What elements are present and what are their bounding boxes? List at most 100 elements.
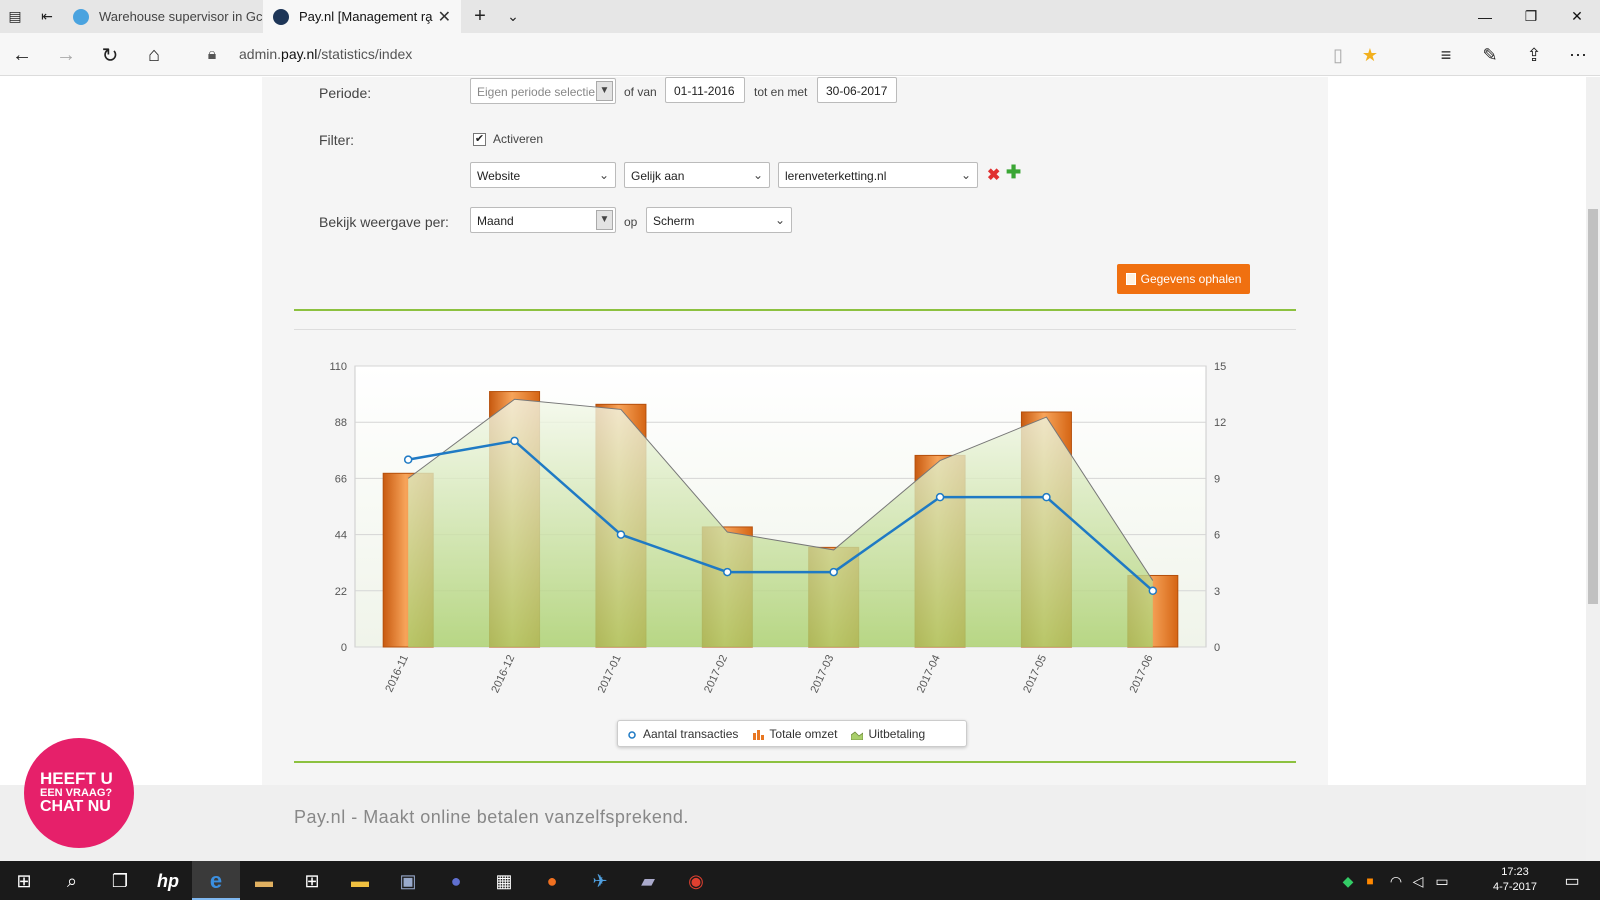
left-axis-tick-label: 88 <box>335 417 347 429</box>
refresh-icon[interactable]: ↻ <box>96 41 124 69</box>
to-date-input[interactable]: 30-06-2017 <box>817 77 897 103</box>
legend-item-transactions[interactable]: Aantal transacties <box>626 727 738 741</box>
url-path: /statistics/index <box>317 46 413 62</box>
clock-time: 17:23 <box>1501 866 1529 878</box>
period-select-value: Eigen periode selectie <box>477 85 596 99</box>
address-bar: ← → ↻ ⌂ 🔒︎ admin.pay.nl/statistics/index… <box>0 33 1600 76</box>
avast-tray-icon[interactable]: ■ <box>1356 867 1384 895</box>
calculator-icon[interactable]: ▦ <box>490 867 518 895</box>
transactions-point <box>616 530 626 539</box>
tab-actions-icon[interactable]: ▤ <box>4 6 26 26</box>
transactions-point <box>1042 492 1051 502</box>
close-tab-icon[interactable]: ✕ <box>438 7 451 27</box>
reading-view-icon[interactable]: ▯ <box>1324 41 1352 69</box>
chat-now-button[interactable]: HEEFT U EEN VRAAG? CHAT NU <box>24 738 134 848</box>
favorite-star-icon[interactable]: ★ <box>1356 41 1384 69</box>
system-clock[interactable]: 17:23 4-7-2017 <box>1486 865 1544 895</box>
transactions-point <box>723 567 732 577</box>
view-period-value: Maand <box>477 214 514 228</box>
activate-label: Activeren <box>493 132 544 146</box>
store-icon[interactable]: ⊞ <box>298 867 326 895</box>
close-window-icon[interactable]: ✕ <box>1554 0 1600 33</box>
restore-icon[interactable]: ❐ <box>1508 0 1554 33</box>
chrome-icon[interactable]: ◉ <box>682 867 710 895</box>
app-blue-icon[interactable]: ✈ <box>586 867 614 895</box>
app-sphere-icon[interactable]: ● <box>442 867 470 895</box>
remove-filter-icon[interactable]: ✖ <box>987 165 1000 185</box>
browser-titlebar: ▤ ⇤ Warehouse supervisor in Gc Pay.nl [M… <box>0 0 1600 33</box>
url-domain: pay.nl <box>281 46 318 62</box>
new-tab-icon[interactable]: + <box>469 5 491 27</box>
share-icon[interactable]: ⇪ <box>1520 41 1548 69</box>
legend-item-payout[interactable]: Uitbetaling <box>851 727 925 741</box>
forward-icon[interactable]: → <box>52 41 80 69</box>
chat-line-1: HEEFT U <box>40 769 113 788</box>
app-tablet-icon[interactable]: ▰ <box>634 867 662 895</box>
minimize-icon[interactable]: — <box>1462 0 1508 33</box>
left-axis-tick-label: 66 <box>335 473 347 485</box>
filter-operator-select[interactable]: Gelijk aan ⌄ <box>624 162 770 188</box>
tab-paynl[interactable]: Pay.nl [Management ra̧ ✕ <box>263 0 461 33</box>
filter-field-value: Website <box>477 169 521 183</box>
tab-label: Pay.nl [Management ra̧ <box>299 9 433 24</box>
x-axis-tick-label: 2017-02 <box>702 653 730 695</box>
filter-value-select[interactable]: lerenveterketting.nl ⌄ <box>778 162 978 188</box>
transactions-point <box>1148 586 1158 596</box>
view-period-select[interactable]: Maand ▼ <box>470 207 616 233</box>
more-icon[interactable]: ⋯ <box>1564 41 1592 69</box>
activate-checkbox[interactable]: ✔ <box>473 133 486 146</box>
url-field[interactable]: admin.pay.nl/statistics/index <box>239 46 412 62</box>
scrollbar-thumb[interactable] <box>1588 209 1598 604</box>
search-icon[interactable]: ⌕ <box>58 867 86 895</box>
battery-icon[interactable]: ▭ <box>1428 867 1456 895</box>
from-label: of van <box>624 85 657 99</box>
x-axis-tick-label: 2017-05 <box>1021 653 1049 695</box>
transactions-point <box>510 436 519 446</box>
transactions-point <box>935 492 945 502</box>
edge-icon[interactable]: e <box>202 867 230 895</box>
legend-label: Uitbetaling <box>868 726 926 741</box>
x-axis-tick-label: 2017-03 <box>808 653 836 695</box>
output-select[interactable]: Scherm ⌄ <box>646 207 792 233</box>
chevron-down-icon: ⌄ <box>960 168 971 182</box>
photos-icon[interactable]: ▣ <box>394 867 422 895</box>
chevron-down-icon: ⌄ <box>774 213 785 227</box>
firefox-icon[interactable]: ● <box>538 867 566 895</box>
paynl-favicon-icon <box>273 8 289 25</box>
legend-item-revenue[interactable]: Totale omzet <box>752 727 837 741</box>
area-series-icon <box>851 729 864 740</box>
line-series-icon <box>626 729 638 739</box>
add-filter-icon[interactable]: ✚ <box>1006 162 1021 183</box>
chart-legend: Aantal transacties Totale omzet Uitbetal… <box>617 720 967 747</box>
x-axis-tick-label: 2017-06 <box>1128 653 1156 695</box>
output-value: Scherm <box>653 214 695 228</box>
tab-label: Warehouse supervisor in Gc <box>99 9 263 24</box>
filter-field-select[interactable]: Website ⌄ <box>470 162 616 188</box>
file-explorer-icon[interactable]: ▬ <box>250 867 278 895</box>
hp-icon[interactable]: hp <box>154 867 182 895</box>
left-axis-tick-label: 44 <box>335 530 347 542</box>
tab-list-chevron-icon[interactable]: ⌄ <box>502 6 524 26</box>
set-tabs-aside-icon[interactable]: ⇤ <box>36 6 58 26</box>
left-axis-tick-label: 22 <box>335 586 347 598</box>
left-axis-tick-label: 0 <box>341 642 347 654</box>
right-axis-tick-label: 9 <box>1214 473 1220 485</box>
globe-icon <box>73 8 89 25</box>
task-view-icon[interactable]: ❐ <box>106 867 134 895</box>
fetch-data-button[interactable]: Gegevens ophalen <box>1117 264 1250 294</box>
hub-icon[interactable]: ≡ <box>1432 41 1460 69</box>
period-select[interactable]: Eigen periode selectie ▼ <box>470 78 616 104</box>
url-prefix: admin. <box>239 46 282 62</box>
to-label: tot en met <box>754 85 808 99</box>
windows-start-icon[interactable]: ⊞ <box>10 867 38 895</box>
page-scrollbar[interactable] <box>1586 77 1600 861</box>
web-note-icon[interactable]: ✎ <box>1476 41 1504 69</box>
tab-warehouse[interactable]: Warehouse supervisor in Gc <box>63 0 263 33</box>
from-date-input[interactable]: 01-11-2016 <box>665 77 745 103</box>
notifications-icon[interactable]: ▭ <box>1558 867 1586 895</box>
on-label: op <box>624 215 638 229</box>
section-divider-bottom <box>294 761 1296 763</box>
folder-icon[interactable]: ▬ <box>346 867 374 895</box>
back-icon[interactable]: ← <box>8 41 36 69</box>
home-icon[interactable]: ⌂ <box>140 41 168 69</box>
